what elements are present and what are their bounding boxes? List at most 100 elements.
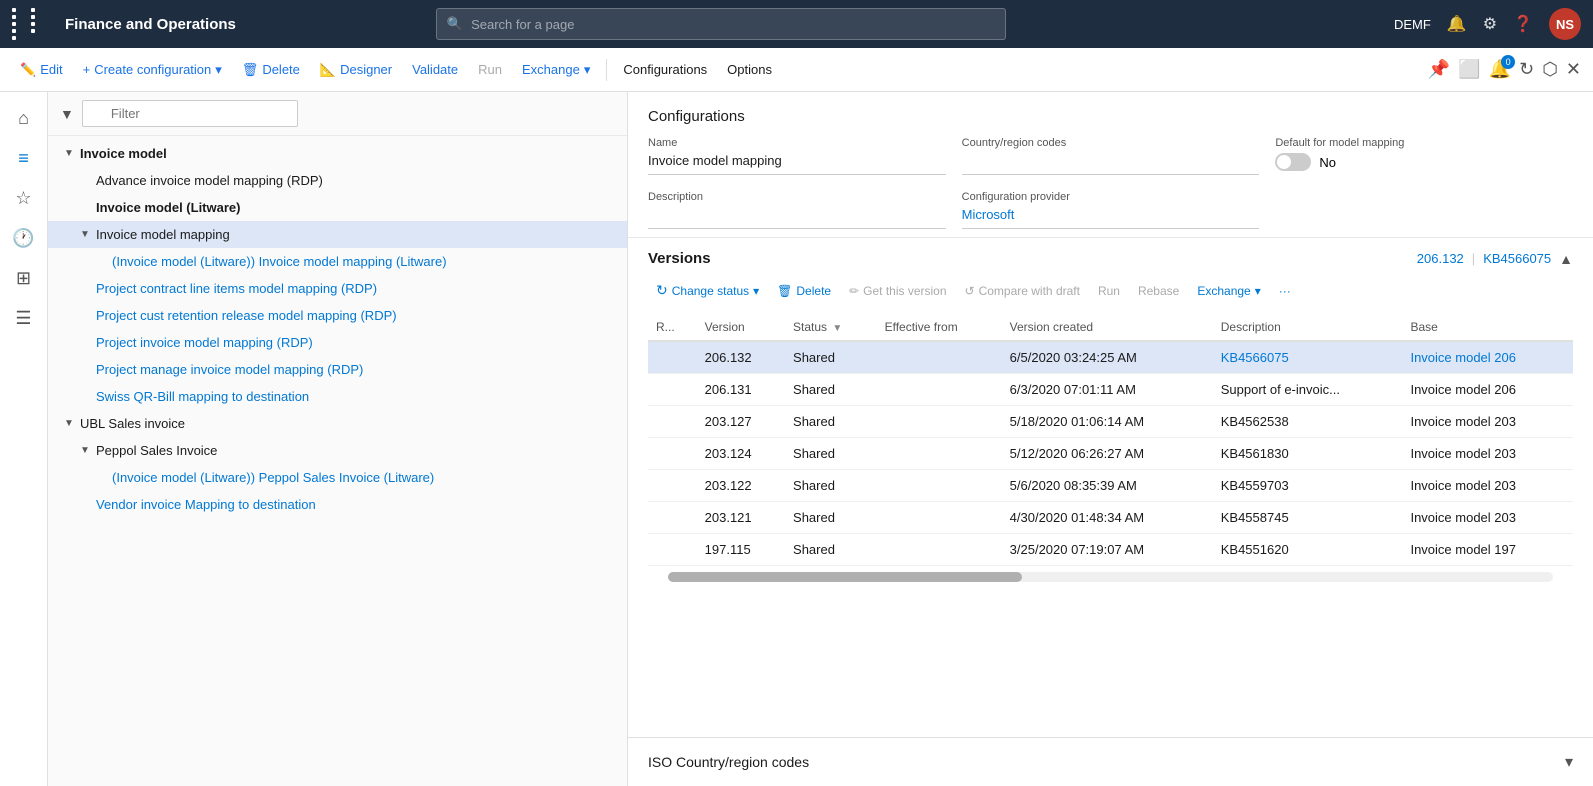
sidebar-list-button[interactable]: ☰: [6, 300, 42, 336]
ver-delete-button[interactable]: 🗑 Delete: [769, 279, 839, 303]
ver-delete-label: Delete: [796, 284, 831, 298]
table-row[interactable]: 197.115Shared3/25/2020 07:19:07 AMKB4551…: [648, 534, 1573, 566]
table-cell: [648, 502, 697, 534]
sidebar-table-button[interactable]: ⊞: [6, 260, 42, 296]
tree-item[interactable]: Vendor invoice Mapping to destination: [48, 491, 627, 518]
tree-item[interactable]: (Invoice model (Litware)) Peppol Sales I…: [48, 464, 627, 491]
table-row[interactable]: 203.121Shared4/30/2020 01:48:34 AMKB4558…: [648, 502, 1573, 534]
sidebar-star-button[interactable]: ☆: [6, 180, 42, 216]
table-cell: 3/25/2020 07:19:07 AM: [1002, 534, 1213, 566]
table-row[interactable]: 203.124Shared5/12/2020 06:26:27 AMKB4561…: [648, 438, 1573, 470]
options-button[interactable]: Options: [719, 57, 780, 82]
create-configuration-button[interactable]: + Create configuration ▾: [75, 57, 230, 83]
tree-item[interactable]: Swiss QR-Bill mapping to destination: [48, 383, 627, 410]
col-status[interactable]: Status ▼: [785, 314, 877, 341]
notification-badge-btn[interactable]: 🔔 0: [1489, 59, 1511, 80]
more-actions-label: ···: [1279, 284, 1291, 298]
table-cell: [648, 534, 697, 566]
iso-chevron-down-icon: ▾: [1565, 752, 1573, 772]
tree-item[interactable]: Project invoice model mapping (RDP): [48, 329, 627, 356]
chevron-down-icon: ▾: [215, 62, 222, 78]
table-cell: Invoice model 203: [1402, 502, 1573, 534]
tree-item[interactable]: Project contract line items model mappin…: [48, 275, 627, 302]
tree-item[interactable]: Invoice model (Litware): [48, 194, 627, 221]
app-title: Finance and Operations: [65, 16, 236, 33]
maximize-icon[interactable]: ⬡: [1542, 59, 1558, 80]
validate-label: Validate: [412, 62, 458, 77]
versions-title: Versions: [648, 250, 711, 267]
search-bar[interactable]: 🔍 Search for a page: [436, 8, 1006, 40]
run-label: Run: [478, 62, 502, 77]
tree-item-label: (Invoice model (Litware)) Invoice model …: [112, 254, 447, 269]
versions-collapse-icon[interactable]: ▲: [1559, 251, 1573, 267]
table-cell: 203.121: [697, 502, 785, 534]
tree-item[interactable]: Project cust retention release model map…: [48, 302, 627, 329]
user-avatar[interactable]: NS: [1549, 8, 1581, 40]
pin-icon[interactable]: 📌: [1428, 59, 1450, 80]
get-this-version-button[interactable]: ✏ Get this version: [841, 279, 954, 303]
run-button[interactable]: Run: [470, 57, 510, 82]
refresh-icon[interactable]: ↻: [1519, 59, 1534, 80]
delete-button[interactable]: 🗑 Delete: [234, 57, 308, 83]
panel-icon[interactable]: ⬜: [1458, 59, 1480, 80]
tree-item[interactable]: ▼Peppol Sales Invoice: [48, 437, 627, 464]
more-actions-button[interactable]: ···: [1271, 279, 1299, 303]
ver-exchange-button[interactable]: Exchange ▾: [1189, 279, 1268, 303]
iso-section[interactable]: ISO Country/region codes ▾: [628, 737, 1593, 786]
ver-run-button[interactable]: Run: [1090, 279, 1128, 303]
help-icon[interactable]: ❓: [1513, 14, 1533, 34]
table-row[interactable]: 206.132Shared6/5/2020 03:24:25 AMKB45660…: [648, 341, 1573, 374]
table-cell: Invoice model 206: [1402, 341, 1573, 374]
create-config-label: Create configuration: [94, 62, 211, 77]
configurations-button[interactable]: Configurations: [615, 57, 715, 82]
designer-button[interactable]: 📐 Designer: [312, 57, 400, 83]
tree-item[interactable]: Advance invoice model mapping (RDP): [48, 167, 627, 194]
filter-funnel-icon[interactable]: ▼: [60, 106, 74, 122]
versions-header: Versions 206.132 | KB4566075 ▲: [648, 250, 1573, 267]
provider-value[interactable]: Microsoft: [962, 207, 1260, 229]
description-field-group: Description: [648, 191, 946, 229]
change-status-icon: ↻: [656, 282, 668, 299]
table-cell: [648, 374, 697, 406]
sidebar-home-button[interactable]: ⌂: [6, 100, 42, 136]
edit-button[interactable]: ✏️ Edit: [12, 57, 71, 83]
tree-item-label: UBL Sales invoice: [80, 416, 185, 431]
col-description: Description: [1213, 314, 1403, 341]
compare-with-draft-button[interactable]: ↺ Compare with draft: [957, 279, 1088, 303]
rebase-label: Rebase: [1138, 284, 1179, 298]
validate-button[interactable]: Validate: [404, 57, 466, 82]
filter-input[interactable]: [82, 100, 298, 127]
bell-icon[interactable]: 🔔: [1447, 14, 1467, 34]
tree-item[interactable]: (Invoice model (Litware)) Invoice model …: [48, 248, 627, 275]
table-cell: [877, 374, 1002, 406]
sidebar-filter-button[interactable]: ≡: [6, 140, 42, 176]
tree-item-label: Invoice model mapping: [96, 227, 230, 242]
ver-delete-icon: 🗑: [777, 284, 792, 298]
table-cell: Invoice model 203: [1402, 438, 1573, 470]
horiz-scrollbar[interactable]: [668, 572, 1553, 582]
col-version[interactable]: Version: [697, 314, 785, 341]
tree-item[interactable]: Project manage invoice model mapping (RD…: [48, 356, 627, 383]
sidebar-recent-button[interactable]: 🕐: [6, 220, 42, 256]
table-cell: Shared: [785, 502, 877, 534]
close-icon[interactable]: ✕: [1566, 59, 1581, 80]
tree-item[interactable]: ▼Invoice model mapping: [48, 221, 627, 248]
table-row[interactable]: 206.131Shared6/3/2020 07:01:11 AMSupport…: [648, 374, 1573, 406]
notification-count: 0: [1501, 55, 1515, 69]
table-cell: [877, 406, 1002, 438]
toggle-row: No: [1275, 153, 1573, 171]
default-mapping-toggle[interactable]: [1275, 153, 1311, 171]
country-value: [962, 153, 1260, 175]
tree-item[interactable]: ▼UBL Sales invoice: [48, 410, 627, 437]
table-row[interactable]: 203.122Shared5/6/2020 08:35:39 AMKB45597…: [648, 470, 1573, 502]
tree-item[interactable]: ▼Invoice model: [48, 140, 627, 167]
versions-tbody: 206.132Shared6/5/2020 03:24:25 AMKB45660…: [648, 341, 1573, 566]
tree-item-label: Project manage invoice model mapping (RD…: [96, 362, 363, 377]
gear-icon[interactable]: ⚙: [1483, 14, 1497, 34]
table-row[interactable]: 203.127Shared5/18/2020 01:06:14 AMKB4562…: [648, 406, 1573, 438]
config-fields: Name Invoice model mapping Country/regio…: [648, 137, 1573, 229]
exchange-button[interactable]: Exchange ▾: [514, 57, 598, 83]
change-status-button[interactable]: ↻ Change status ▾: [648, 277, 767, 304]
apps-grid-icon[interactable]: [12, 8, 47, 40]
rebase-button[interactable]: Rebase: [1130, 279, 1187, 303]
